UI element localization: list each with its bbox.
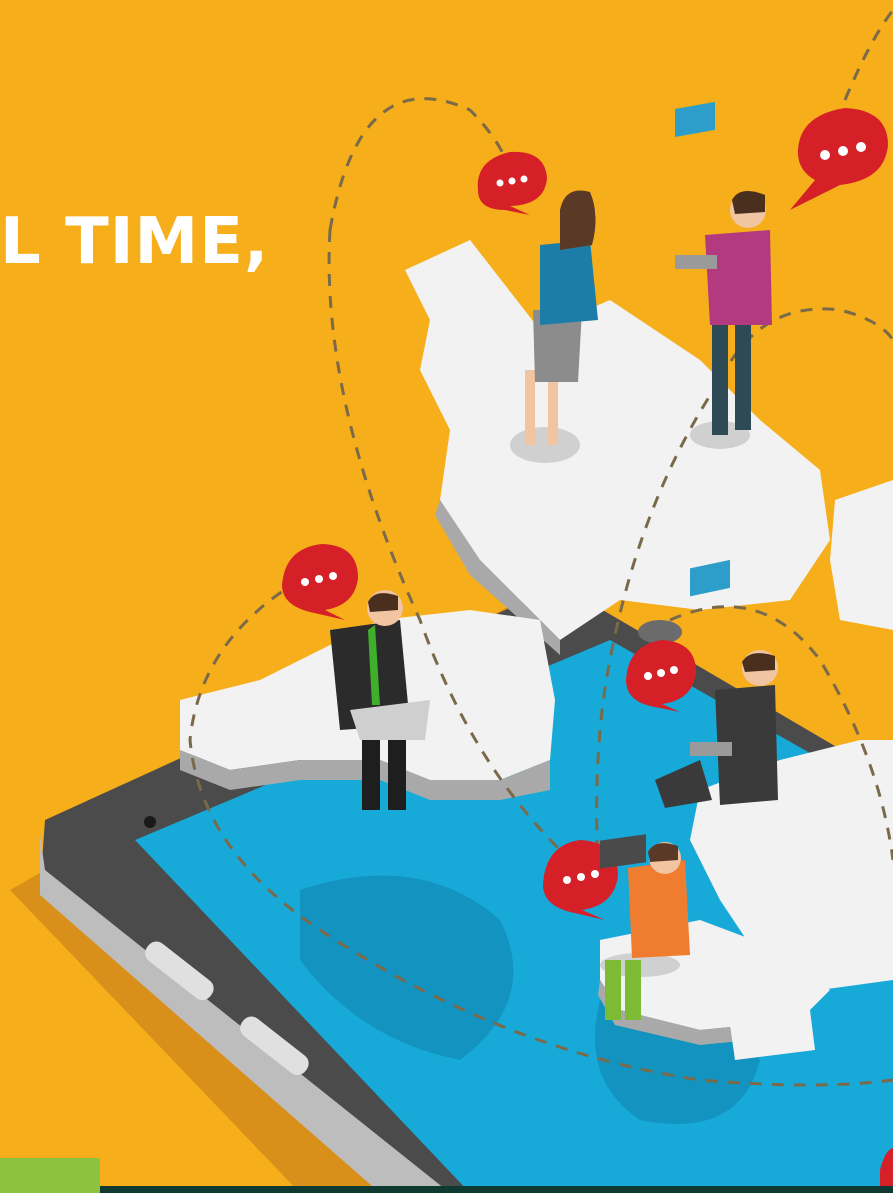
connection-line [328, 97, 512, 231]
phone-camera [144, 816, 156, 828]
world-map-phone-illustration [10, 9, 893, 1193]
connection-line [843, 9, 893, 101]
footer-green-tab [0, 1158, 100, 1193]
illustration-page: L TIME, [0, 0, 893, 1193]
footer-dark-strip [100, 1186, 893, 1193]
speech-bubble-icon [477, 151, 547, 215]
speech-bubble-icon [282, 544, 358, 620]
speech-bubble-icon [790, 108, 888, 210]
land-east [830, 480, 893, 630]
